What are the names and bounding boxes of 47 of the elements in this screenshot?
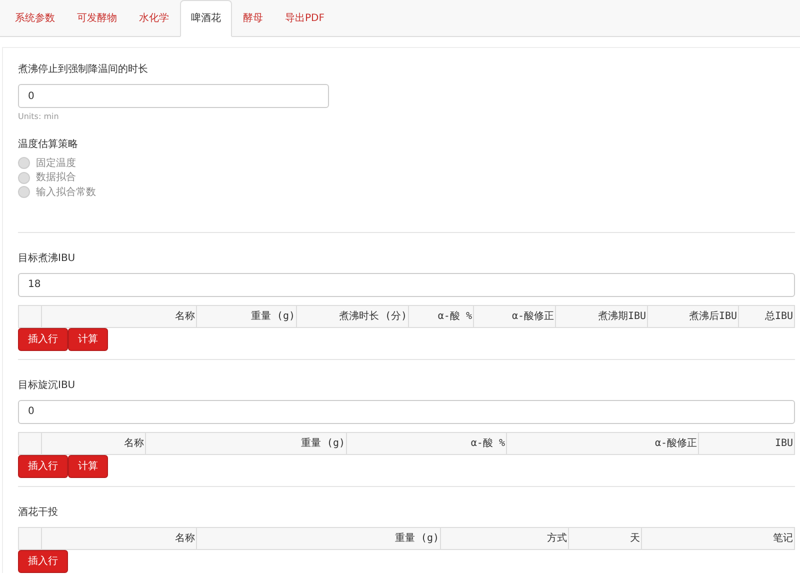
column-header: 重量 (g) <box>196 527 440 549</box>
section-label: 目标煮沸IBU <box>18 252 76 266</box>
tab[interactable]: 可发酵物 <box>66 0 128 37</box>
field-label: 煮沸停止到强制降温间的时长 <box>18 62 149 77</box>
radio-button[interactable] <box>18 157 30 170</box>
action-button[interactable]: 插入行 <box>18 454 68 478</box>
column-header: IBU <box>698 432 794 454</box>
radio-label: 输入拟合常数 <box>36 186 96 200</box>
section-label: 酒花干投 <box>18 506 59 520</box>
column-header: 煮沸期IBU <box>556 305 648 327</box>
column-header: 天 <box>568 527 642 549</box>
tab[interactable]: 系统参数 <box>4 0 66 37</box>
header-cell <box>18 432 42 454</box>
action-button[interactable]: 计算 <box>68 454 108 478</box>
field-label: 温度估算策略 <box>18 138 79 152</box>
tab[interactable]: 水化学 <box>128 0 180 37</box>
ibu-field[interactable]: 18 <box>18 272 795 296</box>
column-header: 名称 <box>42 432 146 454</box>
units-hint: Units: min <box>18 111 60 123</box>
column-header: 煮沸时长 (分) <box>296 305 408 327</box>
column-header: 名称 <box>42 527 196 549</box>
action-button[interactable]: 插入行 <box>18 328 68 350</box>
column-header: 煮沸后IBU <box>648 305 738 327</box>
radio-label: 数据拟合 <box>36 170 76 186</box>
tab[interactable]: 啤酒花 <box>180 0 232 37</box>
duration-field[interactable]: 0 <box>18 84 329 108</box>
header-cell <box>18 305 42 327</box>
column-header: 笔记 <box>642 527 794 549</box>
column-header: 重量 (g) <box>146 432 346 454</box>
column-header: α-酸修正 <box>506 432 698 454</box>
tab[interactable]: 酵母 <box>232 0 274 37</box>
column-header: α-酸 % <box>408 305 474 327</box>
column-header: α-酸 % <box>346 432 506 454</box>
radio-button[interactable] <box>18 186 30 198</box>
header-cell <box>18 527 42 549</box>
action-button[interactable]: 计算 <box>68 328 108 350</box>
column-header: 总IBU <box>738 305 794 327</box>
action-button[interactable]: 插入行 <box>18 550 68 572</box>
tab[interactable]: 导出PDF <box>274 0 336 37</box>
section-label: 目标旋沉IBU <box>18 378 76 392</box>
column-header: 方式 <box>440 527 568 549</box>
column-header: 重量 (g) <box>196 305 296 327</box>
radio-button[interactable] <box>18 172 30 184</box>
ibu-field[interactable]: 0 <box>18 400 795 424</box>
radio-label: 固定温度 <box>36 156 76 171</box>
column-header: 名称 <box>42 305 196 327</box>
column-header: α-酸修正 <box>474 305 556 327</box>
